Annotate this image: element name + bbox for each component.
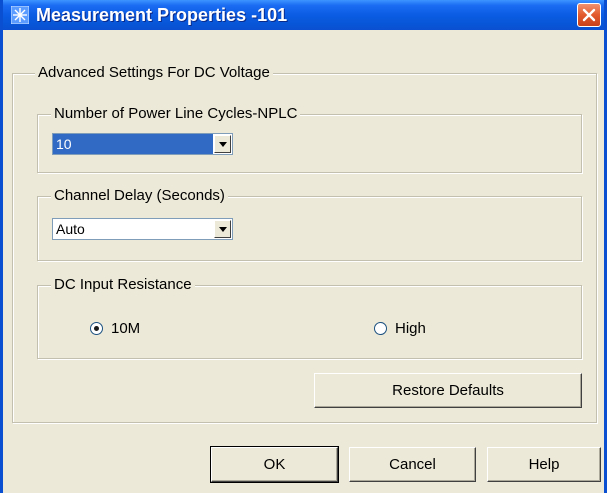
title-bar[interactable]: Measurement Properties -101: [3, 0, 604, 30]
radio-10m-label: 10M: [111, 319, 141, 337]
close-icon: [582, 8, 596, 22]
nplc-value: 10: [53, 134, 213, 154]
nplc-dropdown-button[interactable]: [214, 135, 231, 153]
nplc-select[interactable]: 10: [52, 133, 233, 155]
radio-high-indicator[interactable]: [374, 321, 387, 335]
radio-high-label: High: [395, 319, 426, 337]
nplc-legend: Number of Power Line Cycles-NPLC: [51, 105, 301, 123]
radio-10m[interactable]: 10M: [90, 319, 140, 337]
cancel-button[interactable]: Cancel: [349, 447, 476, 482]
restore-defaults-button[interactable]: Restore Defaults: [314, 373, 582, 408]
radio-high[interactable]: High: [374, 319, 426, 337]
dc-input-resistance-legend: DC Input Resistance: [51, 276, 195, 294]
ok-button[interactable]: OK: [210, 446, 339, 483]
radio-10m-indicator[interactable]: [90, 321, 103, 335]
dialog-window: Measurement Properties -101 Advanced Set…: [0, 0, 607, 493]
advanced-settings-legend: Advanced Settings For DC Voltage: [35, 64, 273, 82]
channel-delay-dropdown-button[interactable]: [214, 220, 231, 238]
chevron-down-icon: [219, 227, 227, 232]
channel-delay-value: Auto: [56, 221, 85, 237]
help-button[interactable]: Help: [487, 447, 601, 482]
close-button[interactable]: [577, 3, 601, 27]
app-icon: [10, 5, 30, 25]
channel-delay-select[interactable]: Auto: [52, 218, 233, 240]
channel-delay-legend: Channel Delay (Seconds): [51, 187, 228, 205]
chevron-down-icon: [219, 142, 227, 147]
window-title: Measurement Properties -101: [36, 5, 288, 25]
